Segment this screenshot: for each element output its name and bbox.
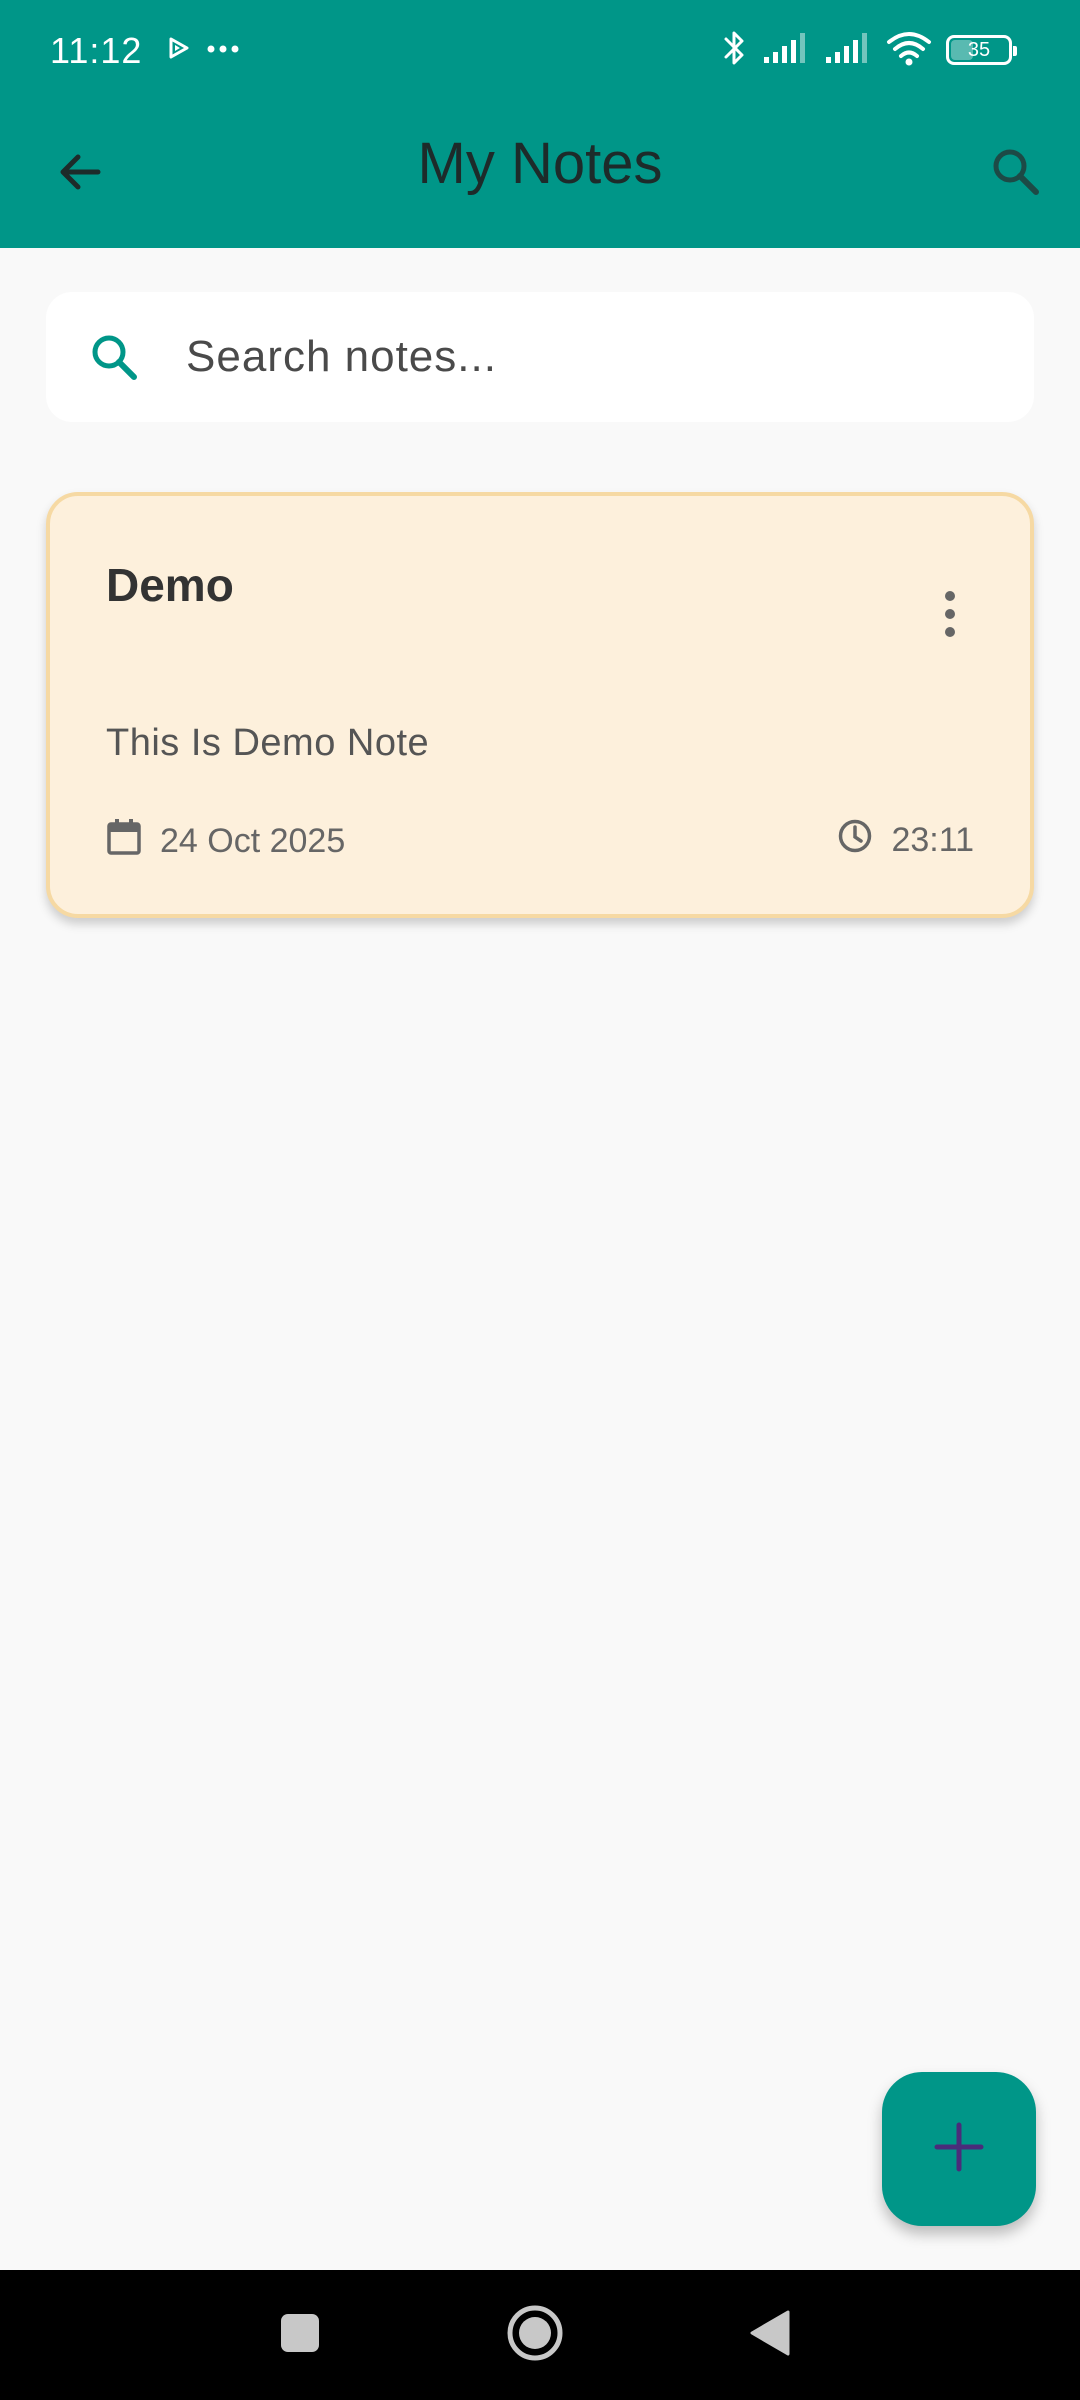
bluetooth-icon — [722, 28, 748, 73]
nav-back-button[interactable] — [730, 2295, 810, 2375]
status-time: 11:12 — [50, 30, 143, 71]
note-title: Demo — [106, 559, 234, 611]
note-body: This Is Demo Note — [106, 722, 430, 764]
back-triangle-icon — [748, 2308, 792, 2363]
note-time-text: 23:11 — [891, 821, 974, 859]
navigation-bar — [0, 2270, 1080, 2400]
search-icon — [988, 144, 1044, 205]
calendar-icon — [106, 818, 142, 865]
note-date: 24 Oct 2025 — [106, 818, 345, 865]
home-button[interactable] — [495, 2295, 575, 2375]
more-vert-icon — [943, 589, 957, 644]
signal-icon — [762, 31, 810, 70]
more-dots-icon — [206, 41, 240, 59]
note-time: 23:11 — [837, 818, 974, 863]
battery-level: 35 — [967, 38, 991, 61]
note-card[interactable]: Demo This Is Demo Note 24 Oct 2025 23:11 — [46, 492, 1034, 918]
page-title: My Notes — [417, 131, 663, 196]
app-bar-search-button[interactable] — [976, 134, 1056, 214]
clock-icon — [837, 818, 873, 863]
recents-square-icon — [279, 2312, 321, 2359]
recents-button[interactable] — [260, 2295, 340, 2375]
note-date-text: 24 Oct 2025 — [160, 822, 346, 860]
status-right-icons: 35 — [722, 26, 1017, 74]
plus-icon — [933, 2121, 985, 2178]
status-left-icons — [168, 30, 240, 70]
home-circle-icon — [505, 2303, 565, 2368]
add-note-button[interactable] — [882, 2072, 1036, 2226]
status-bar: 11:12 35 — [0, 0, 1080, 100]
wifi-icon — [886, 30, 932, 71]
search-bar[interactable] — [46, 292, 1034, 422]
search-icon — [84, 327, 144, 387]
app-bar: My Notes — [0, 100, 1080, 248]
signal-icon — [824, 31, 872, 70]
media-play-icon — [168, 36, 190, 65]
search-input[interactable] — [186, 292, 1006, 422]
note-menu-button[interactable] — [920, 576, 980, 656]
battery-icon: 35 — [946, 35, 1017, 65]
